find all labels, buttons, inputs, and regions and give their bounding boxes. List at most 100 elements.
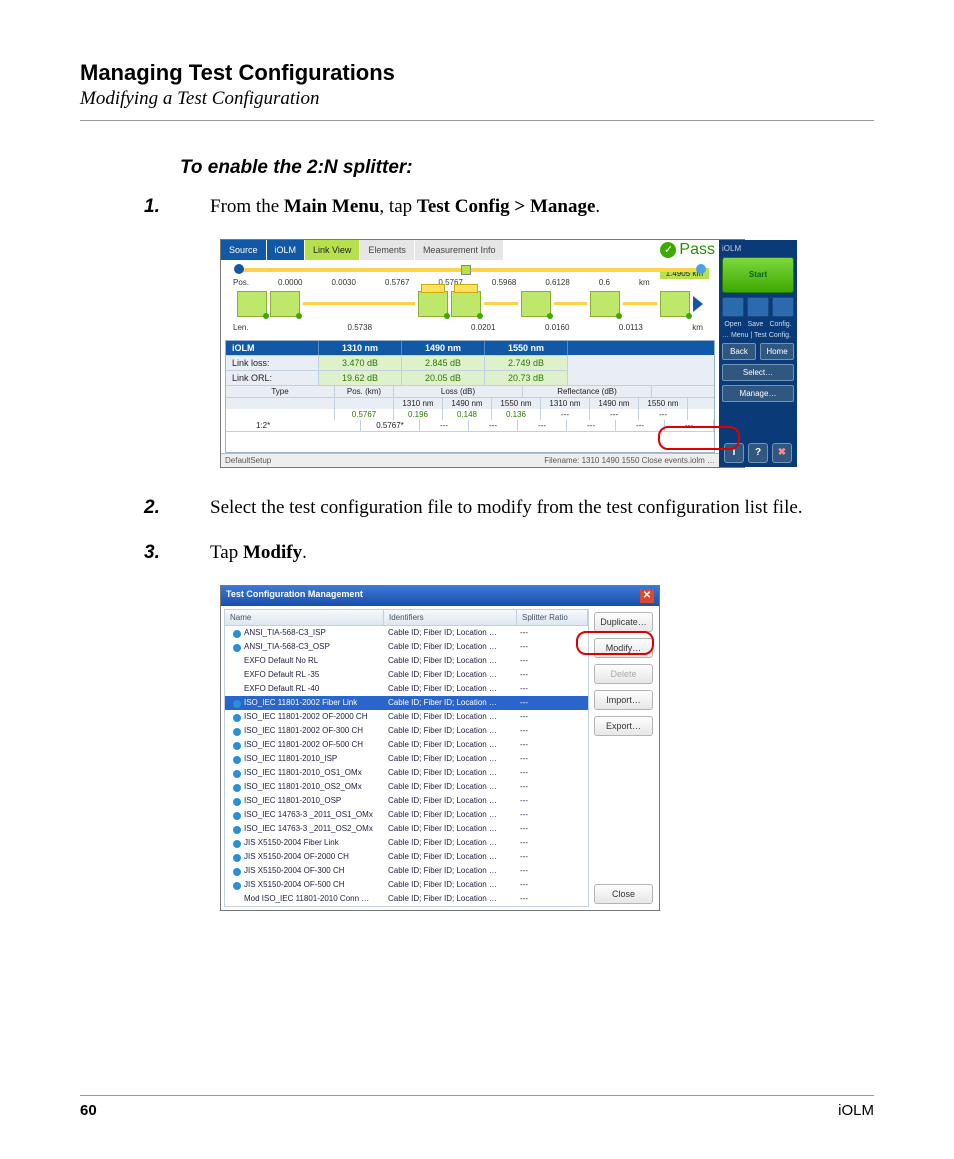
- config-identifiers: Cable ID; Fiber ID; Location …: [383, 627, 515, 639]
- event-row[interactable]: 0.5767 0.196 0.148 0.136 --- --- ---: [226, 409, 714, 420]
- start-button[interactable]: Start: [722, 257, 794, 293]
- list-item[interactable]: EXFO Default RL -40Cable ID; Fiber ID; L…: [225, 682, 588, 696]
- back-button[interactable]: Back: [722, 343, 756, 360]
- config-name: ISO_IEC 11801-2010_OS2_OMx: [244, 782, 362, 791]
- section-subtitle: Modifying a Test Configuration: [80, 88, 874, 110]
- section-title: Managing Test Configurations: [80, 60, 874, 86]
- config-ratio: ---: [515, 697, 585, 709]
- results-row: Link ORL: 19.62 dB 20.05 dB 20.73 dB: [226, 370, 714, 385]
- check-icon: ✓: [660, 242, 676, 258]
- list-item[interactable]: ISO_IEC 11801-2002 Fiber LinkCable ID; F…: [225, 696, 588, 710]
- tab-source[interactable]: Source: [221, 240, 267, 260]
- config-name: EXFO Default RL -35: [244, 670, 319, 679]
- list-item[interactable]: ISO_IEC 11801-2002 OF-300 CHCable ID; Fi…: [225, 724, 588, 738]
- import-button[interactable]: Import…: [594, 690, 653, 710]
- delete-button[interactable]: Delete: [594, 664, 653, 684]
- close-icon[interactable]: ✖: [772, 443, 792, 463]
- config-icon[interactable]: [772, 297, 794, 317]
- list-item[interactable]: JIS X5150-2004 OF-500 CHCable ID; Fiber …: [225, 878, 588, 892]
- event-row[interactable]: 1:2* 0.5767* --- --- --- --- --- ---: [226, 420, 714, 431]
- config-identifiers: Cable ID; Fiber ID; Location …: [383, 739, 515, 751]
- info-icon[interactable]: i: [724, 443, 744, 463]
- tab-link-view[interactable]: Link View: [305, 240, 360, 260]
- step-num: 2.: [180, 494, 210, 522]
- config-name: JIS X5150-2004 OF-500 CH: [244, 880, 345, 889]
- home-button[interactable]: Home: [760, 343, 794, 360]
- list-item[interactable]: JIS X5150-2004 OF-300 CHCable ID; Fiber …: [225, 864, 588, 878]
- event-node[interactable]: [237, 291, 267, 317]
- bullet-icon: [233, 812, 241, 820]
- list-item[interactable]: ISO_IEC 11801-2010_OS2_OMx Cable ID; Fibe…: [225, 780, 588, 794]
- events-group-header: Type Pos. (km) Loss (dB) Reflectance (dB…: [226, 385, 714, 397]
- results-header: iOLM 1310 nm 1490 nm 1550 nm: [226, 341, 714, 355]
- bullet-icon: [233, 658, 241, 666]
- config-ratio: ---: [515, 767, 585, 779]
- list-item[interactable]: ISO_IEC 11801-2010_ISPCable ID; Fiber ID…: [225, 752, 588, 766]
- config-name: JIS X5150-2004 OF-300 CH: [244, 866, 345, 875]
- close-icon[interactable]: ✕: [640, 589, 654, 603]
- list-item[interactable]: EXFO Default RL -35Cable ID; Fiber ID; L…: [225, 668, 588, 682]
- config-identifiers: Cable ID; Fiber ID; Location …: [383, 809, 515, 821]
- event-node[interactable]: [590, 291, 620, 317]
- tab-elements[interactable]: Elements: [360, 240, 415, 260]
- config-identifiers: Cable ID; Fiber ID; Location …: [383, 893, 515, 905]
- config-identifiers: Cable ID; Fiber ID; Location …: [383, 795, 515, 807]
- config-identifiers: Cable ID; Fiber ID; Location …: [383, 697, 515, 709]
- length-row: Len. 0.5738 0.0201 0.0160 0.0113 km: [227, 321, 713, 332]
- config-name: EXFO Default No RL: [244, 656, 318, 665]
- modify-button[interactable]: Modify…: [594, 638, 653, 658]
- help-icon[interactable]: ?: [748, 443, 768, 463]
- procedure-heading: To enable the 2:N splitter:: [80, 157, 874, 179]
- config-identifiers: Cable ID; Fiber ID; Location …: [383, 683, 515, 695]
- app-label: iOLM: [722, 244, 741, 253]
- list-item[interactable]: EXFO Default No RL Cable ID; Fiber ID; Lo…: [225, 654, 588, 668]
- select-button[interactable]: Select…: [722, 364, 794, 381]
- config-ratio: ---: [515, 641, 585, 653]
- node-row: [227, 287, 713, 321]
- step-num: 1.: [180, 193, 210, 221]
- close-button[interactable]: Close: [594, 884, 653, 904]
- list-item[interactable]: JIS X5150-2004 OF-2000 CHCable ID; Fiber…: [225, 850, 588, 864]
- page-footer: 60 iOLM: [80, 1095, 874, 1119]
- export-button[interactable]: Export…: [594, 716, 653, 736]
- step-num: 3.: [180, 539, 210, 567]
- tab-measurement-info[interactable]: Measurement Info: [415, 240, 505, 260]
- config-ratio: ---: [515, 627, 585, 639]
- event-node-splitter[interactable]: [451, 291, 481, 317]
- save-icon[interactable]: [747, 297, 769, 317]
- config-ratio: ---: [515, 851, 585, 863]
- event-node[interactable]: [270, 291, 300, 317]
- list-item[interactable]: JIS X5150-2004 Fiber LinkCable ID; Fiber…: [225, 836, 588, 850]
- list-item[interactable]: ISO_IEC 11801-2010_OS1_OMxCable ID; Fibe…: [225, 766, 588, 780]
- duplicate-button[interactable]: Duplicate…: [594, 612, 653, 632]
- tab-iolm[interactable]: iOLM: [267, 240, 306, 260]
- config-identifiers: Cable ID; Fiber ID; Location …: [383, 837, 515, 849]
- list-item[interactable]: Mod ISO_IEC 11801-2010 Conn …Cable ID; F…: [225, 892, 588, 906]
- bullet-icon: [233, 742, 241, 750]
- results-row: Link loss: 3.470 dB 2.845 dB 2.749 dB: [226, 355, 714, 370]
- scroll-right-icon[interactable]: [693, 296, 703, 312]
- event-node-splitter[interactable]: [418, 291, 448, 317]
- list-item[interactable]: ISO_IEC 11801-2002 OF-2000 CHCable ID; F…: [225, 710, 588, 724]
- config-ratio: ---: [515, 893, 585, 905]
- config-identifiers: Cable ID; Fiber ID; Location …: [383, 781, 515, 793]
- list-item[interactable]: ISO_IEC 11801-2010_OSPCable ID; Fiber ID…: [225, 794, 588, 808]
- manage-button[interactable]: Manage…: [722, 385, 794, 402]
- bullet-icon: [233, 770, 241, 778]
- overview-bar[interactable]: [239, 268, 701, 272]
- list-item[interactable]: ISO_IEC 14763-3 _2011_OS2_OMxCable ID; F…: [225, 822, 588, 836]
- config-name: ISO_IEC 11801-2002 OF-2000 CH: [244, 712, 367, 721]
- config-name: ISO_IEC 14763-3 _2011_OS1_OMx: [244, 810, 373, 819]
- config-identifiers: Cable ID; Fiber ID; Location …: [383, 641, 515, 653]
- bullet-icon: [233, 798, 241, 806]
- list-item[interactable]: ISO_IEC 14763-3 _2011_OS1_OMx Cable ID; F…: [225, 808, 588, 822]
- event-node[interactable]: [521, 291, 551, 317]
- open-icon[interactable]: [722, 297, 744, 317]
- side-panel: iOLM Start Open Save Config. … Menu | Te…: [719, 240, 797, 467]
- event-node[interactable]: [660, 291, 690, 317]
- list-item[interactable]: ISO_IEC 11801-2002 OF-500 CHCable ID; Fi…: [225, 738, 588, 752]
- dialog-buttons: Duplicate… Modify… Delete Import… Export…: [592, 606, 659, 910]
- list-item[interactable]: ANSI_TIA-568-C3_ISPCable ID; Fiber ID; L…: [225, 626, 588, 640]
- config-identifiers: Cable ID; Fiber ID; Location …: [383, 655, 515, 667]
- list-item[interactable]: ANSI_TIA-568-C3_OSPCable ID; Fiber ID; L…: [225, 640, 588, 654]
